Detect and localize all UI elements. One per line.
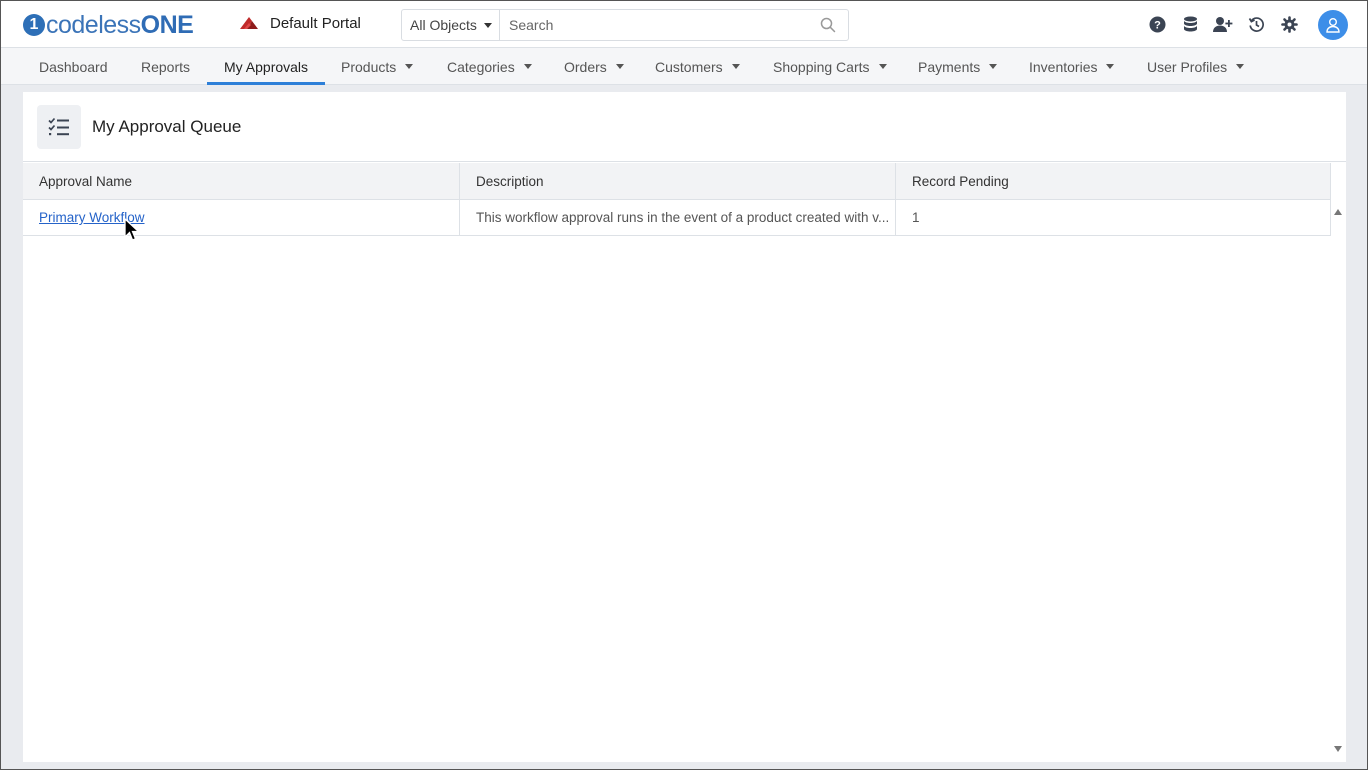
tab-label: Products [341,58,397,75]
scroll-up-icon[interactable] [1334,209,1342,215]
tab-products[interactable]: Products [341,48,414,85]
portal-name: Default Portal [270,14,361,32]
svg-text:?: ? [1154,20,1161,32]
add-user-icon[interactable] [1213,15,1233,35]
top-bar: 1 codelessONE Default Portal All Objects… [1,1,1367,48]
tab-inventories[interactable]: Inventories [1029,48,1115,85]
search-scope-dropdown[interactable]: All Objects [402,10,500,40]
record-pending-cell: 1 [896,200,1331,235]
tab-customers[interactable]: Customers [655,48,740,85]
caret-down-icon [989,64,998,69]
tab-label: Categories [447,58,515,75]
column-label: Record Pending [912,173,1009,189]
caret-down-icon [405,64,414,69]
approval-queue-panel: My Approval Queue Approval Name Descript… [23,92,1346,762]
caret-down-icon [878,64,887,69]
mouse-cursor-icon [124,217,141,241]
gear-icon[interactable] [1279,15,1299,35]
tab-shopping-carts[interactable]: Shopping Carts [773,48,887,85]
tab-label: Orders [564,58,607,75]
logo-mark: 1 [23,14,45,36]
top-icons: ? [1147,1,1367,48]
description-cell: This workflow approval runs in the event… [460,200,896,235]
tab-label: Shopping Carts [773,58,870,75]
tab-label: Reports [141,58,191,75]
approval-name-cell: Primary Workflow [23,200,460,235]
tab-label: Payments [918,58,981,75]
caret-down-icon [523,64,532,69]
logo-text-a: codeless [46,10,141,39]
grid-header: Approval Name Description Record Pending [23,163,1331,200]
checklist-icon [37,104,81,149]
tab-my-approvals[interactable]: My Approvals [206,48,326,85]
column-header-record-pending[interactable]: Record Pending [896,163,1331,199]
help-icon[interactable]: ? [1147,15,1167,35]
caret-down-icon [615,64,624,69]
tab-label: My Approvals [224,58,309,75]
tab-label: Inventories [1029,58,1098,75]
tab-reports[interactable]: Reports [141,48,190,85]
user-icon [1326,17,1340,33]
scroll-down-icon[interactable] [1334,746,1342,752]
tab-user-profiles[interactable]: User Profiles [1147,48,1245,85]
portal-icon [240,17,258,29]
search-input[interactable] [500,10,848,40]
codelessone-logo[interactable]: 1 codelessONE [23,10,194,40]
page-title: My Approval Queue [92,116,242,136]
tab-payments[interactable]: Payments [918,48,998,85]
database-icon[interactable] [1180,15,1200,35]
caret-down-icon [731,64,740,69]
column-header-approval-name[interactable]: Approval Name [23,163,460,199]
logo-text: codelessONE [46,10,194,40]
vertical-scrollbar[interactable] [1331,200,1346,762]
column-header-description[interactable]: Description [460,163,896,199]
tab-label: User Profiles [1147,58,1228,75]
column-label: Description [476,173,544,189]
panel-header: My Approval Queue [23,92,1346,162]
main-nav: Dashboard Reports My Approvals Products … [1,48,1367,85]
tab-dashboard[interactable]: Dashboard [39,48,108,85]
column-label: Approval Name [39,173,133,189]
tab-label: Customers [655,58,723,75]
tab-categories[interactable]: Categories [447,48,532,85]
caret-down-icon [483,22,492,28]
table-row[interactable]: Primary Workflow This workflow approval … [23,200,1331,236]
caret-down-icon [1106,64,1115,69]
logo-text-b: ONE [140,10,194,39]
tab-orders[interactable]: Orders [564,48,624,85]
tab-label: Dashboard [39,58,108,75]
search-icon[interactable] [820,17,836,33]
search-scope-label: All Objects [410,17,477,33]
history-icon[interactable] [1246,15,1266,35]
portal-switcher[interactable]: Default Portal [238,14,361,32]
caret-down-icon [1236,64,1245,69]
global-search: All Objects [401,9,849,41]
avatar[interactable] [1318,9,1348,40]
